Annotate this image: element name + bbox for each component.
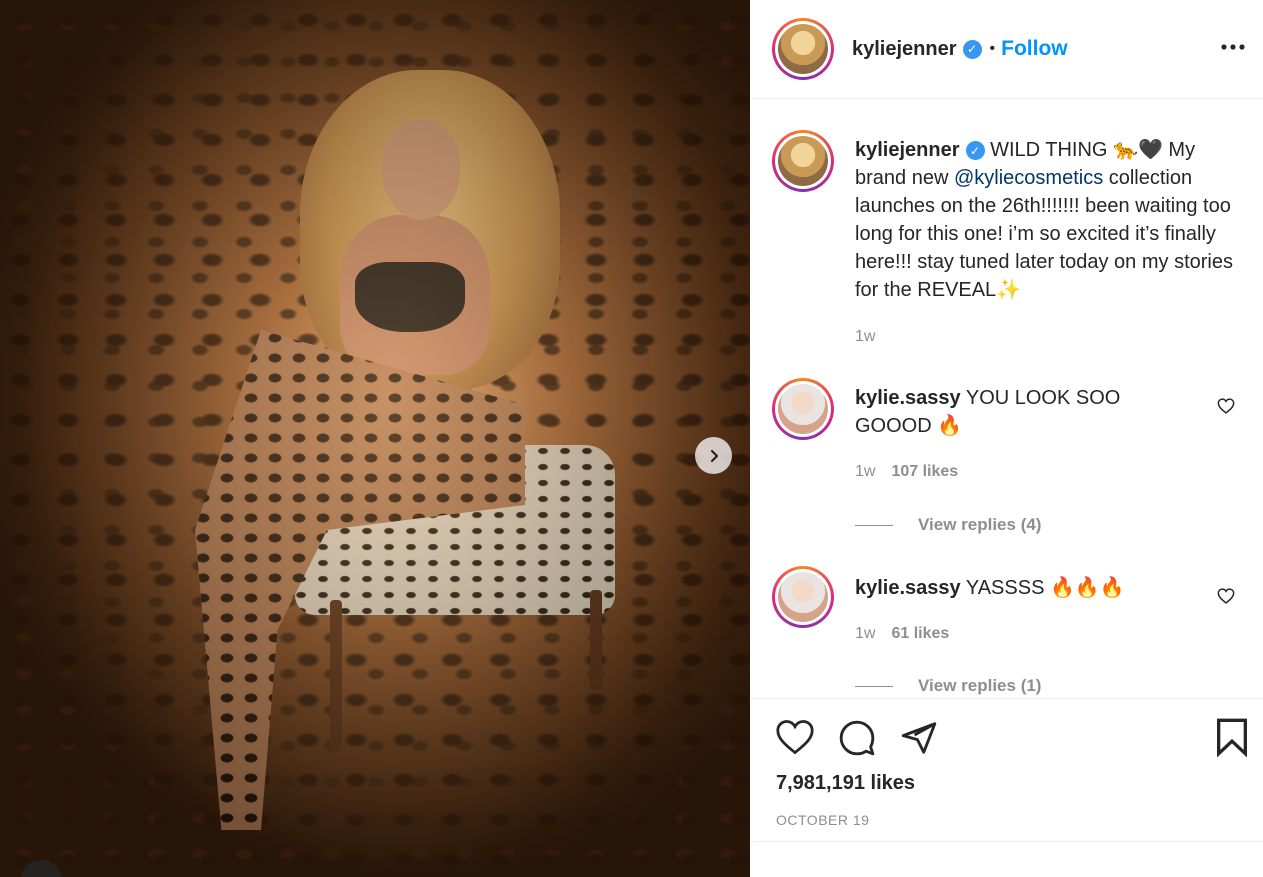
view-replies-label: View replies (1) bbox=[918, 676, 1042, 695]
share-paper-plane-icon[interactable] bbox=[900, 719, 938, 757]
avatar-image bbox=[778, 24, 828, 74]
avatar-border bbox=[775, 381, 831, 437]
replies-line bbox=[855, 524, 893, 526]
comments-list[interactable]: kyliejenner ✓ WILD THING 🐆🖤 My brand new … bbox=[750, 100, 1263, 698]
avatar-image bbox=[778, 572, 828, 622]
separator-dot: • bbox=[989, 40, 996, 57]
photo-vignette bbox=[0, 0, 750, 877]
post-photo[interactable] bbox=[0, 0, 750, 877]
avatar-image bbox=[778, 384, 828, 434]
author-username[interactable]: kyliejenner bbox=[852, 38, 957, 61]
chevron-right-icon bbox=[710, 449, 718, 462]
avatar-image bbox=[778, 136, 828, 186]
verified-badge-icon: ✓ bbox=[962, 39, 982, 59]
post-actions: 7,981,191 likes OCTOBER 19 bbox=[750, 698, 1263, 841]
caption-avatar[interactable] bbox=[772, 130, 834, 192]
caption-mention-link[interactable]: @kyliecosmetics bbox=[954, 167, 1103, 189]
commenter-username[interactable]: kylie.sassy bbox=[855, 577, 961, 599]
comment-likes[interactable]: 61 likes bbox=[891, 625, 949, 642]
commenter-avatar[interactable] bbox=[772, 566, 834, 628]
like-heart-icon[interactable] bbox=[775, 719, 815, 755]
caption-text: kyliejenner ✓ WILD THING 🐆🖤 My brand new … bbox=[855, 136, 1235, 304]
save-bookmark-icon[interactable] bbox=[1214, 717, 1250, 757]
comment-meta: 1w 107 likes bbox=[855, 463, 958, 481]
more-options-icon[interactable] bbox=[1221, 38, 1245, 50]
caption-username[interactable]: kyliejenner bbox=[855, 139, 960, 161]
comment-text: kylie.sassy YASSSS 🔥🔥🔥 bbox=[855, 574, 1175, 602]
post-header: kyliejenner ✓ • Follow bbox=[750, 0, 1263, 99]
avatar-border bbox=[775, 21, 831, 77]
view-replies-button[interactable]: View replies (4) bbox=[855, 515, 1041, 535]
comment-bubble-icon[interactable] bbox=[838, 719, 876, 757]
avatar-border bbox=[775, 569, 831, 625]
ellipsis-icon bbox=[1221, 44, 1245, 50]
view-replies-button[interactable]: View replies (1) bbox=[855, 676, 1041, 696]
post-likes-count[interactable]: 7,981,191 likes bbox=[776, 772, 915, 795]
avatar-border bbox=[775, 133, 831, 189]
comment-meta: 1w 61 likes bbox=[855, 625, 949, 643]
commenter-username[interactable]: kylie.sassy bbox=[855, 387, 961, 409]
follow-button[interactable]: Follow bbox=[1001, 37, 1068, 61]
post-date[interactable]: OCTOBER 19 bbox=[776, 812, 869, 828]
like-comment-heart-icon[interactable] bbox=[1217, 588, 1235, 604]
view-replies-label: View replies (4) bbox=[918, 515, 1042, 534]
like-comment-heart-icon[interactable] bbox=[1217, 398, 1235, 414]
post-panel: kyliejenner ✓ • Follow kyliejenner ✓ WILD… bbox=[750, 0, 1263, 877]
add-comment-area[interactable] bbox=[750, 841, 1263, 877]
comment-body: YASSSS 🔥🔥🔥 bbox=[960, 577, 1125, 599]
replies-line bbox=[855, 685, 893, 687]
comment-time[interactable]: 1w bbox=[855, 625, 875, 642]
caption-time[interactable]: 1w bbox=[855, 328, 875, 346]
commenter-avatar[interactable] bbox=[772, 378, 834, 440]
next-photo-button[interactable] bbox=[695, 437, 732, 474]
comment-time[interactable]: 1w bbox=[855, 463, 875, 480]
verified-badge-icon: ✓ bbox=[965, 141, 985, 161]
comment-likes[interactable]: 107 likes bbox=[891, 463, 958, 480]
comment-text: kylie.sassy YOU LOOK SOO GOOOD 🔥 bbox=[855, 384, 1175, 440]
author-avatar[interactable] bbox=[772, 18, 834, 80]
